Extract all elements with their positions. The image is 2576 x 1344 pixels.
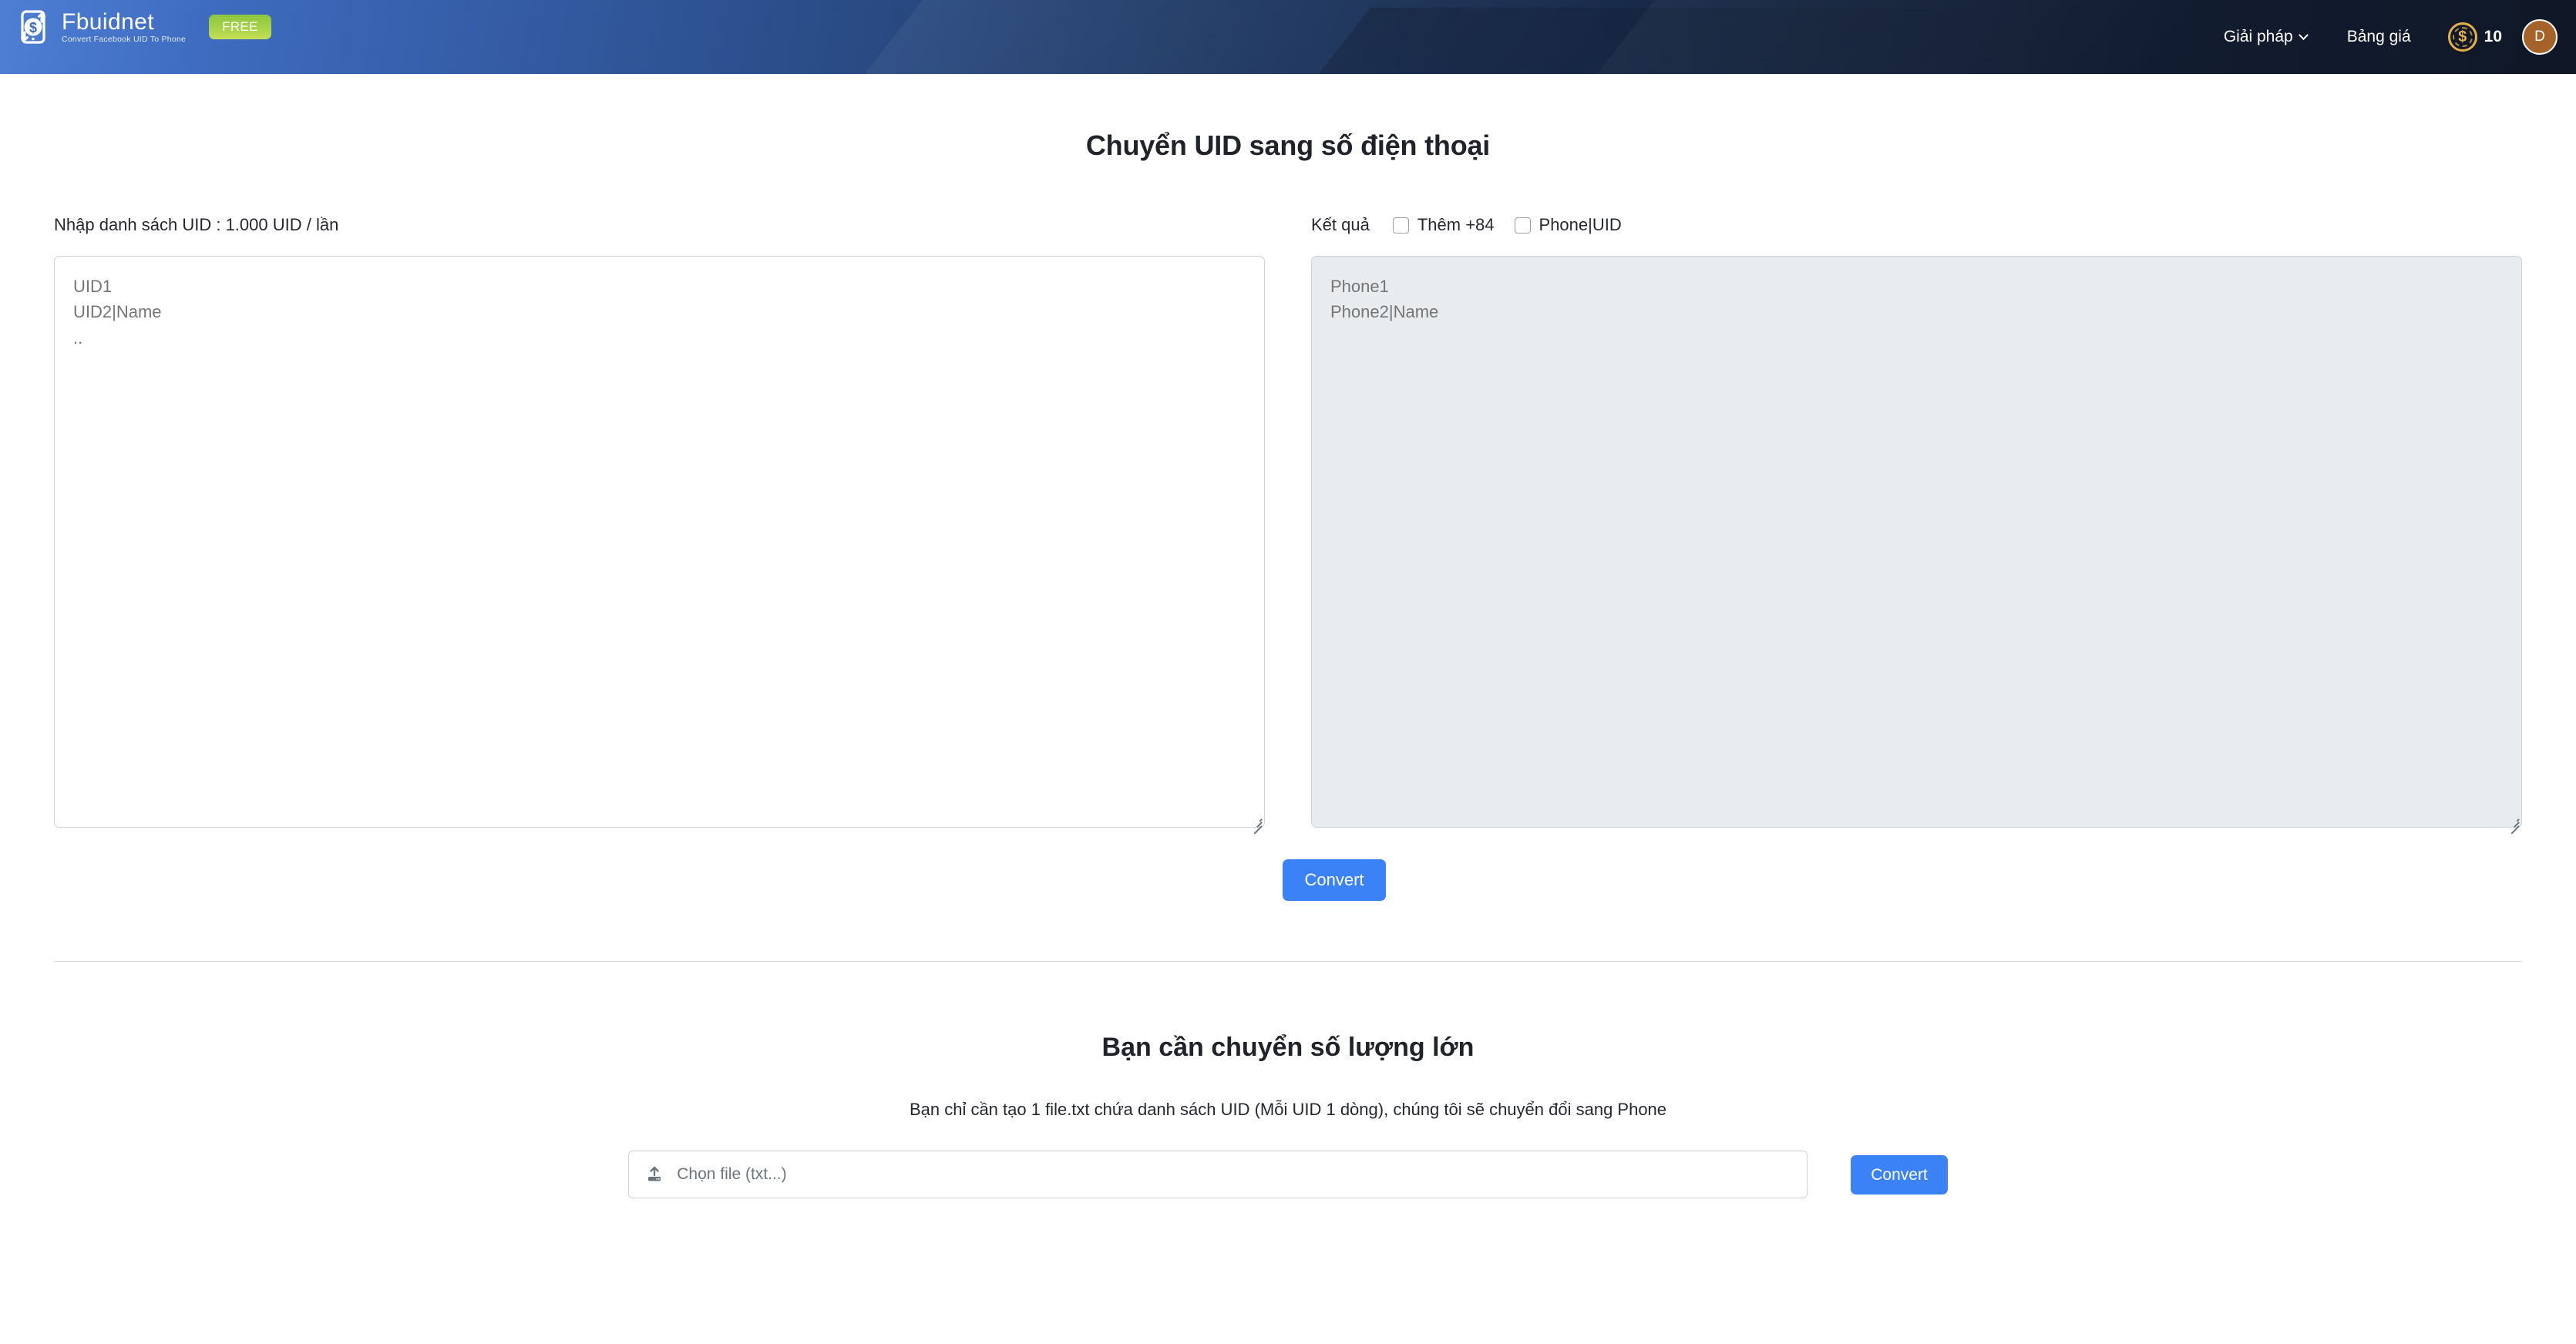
free-badge: FREE: [209, 15, 271, 39]
main-content: Chuyển UID sang số điện thoại Nhập danh …: [0, 74, 2576, 1199]
option-phone-uid[interactable]: Phone|UID: [1514, 215, 1622, 235]
output-label-row: Kết quả Thêm +84 Phone|UID: [1311, 214, 2522, 236]
logo-wordmark: Fbuidnet: [62, 8, 154, 35]
avatar[interactable]: D: [2522, 19, 2558, 55]
input-label-row: Nhập danh sách UID : 1.000 UID / lần: [54, 214, 1265, 236]
nav-item-giai-phap[interactable]: Giải pháp: [2204, 28, 2327, 46]
dollar-phone-icon: $: [15, 9, 51, 45]
phone-output-textarea[interactable]: [1311, 256, 2522, 828]
convert-button-row: Convert: [54, 859, 2522, 902]
coin-dollar-icon: $: [2447, 22, 2477, 52]
convert-button[interactable]: Convert: [1283, 859, 1386, 902]
converter-section: Nhập danh sách UID : 1.000 UID / lần Kết…: [54, 214, 2522, 834]
header-nav: Giải pháp Bảng giá $ 10 D: [2204, 0, 2558, 74]
upload-icon: [646, 1166, 663, 1183]
header-facet-light: [826, 0, 1641, 74]
nav-item-bang-gia[interactable]: Bảng giá: [2327, 28, 2431, 46]
logo-tagline: Convert Facebook UID To Phone: [62, 35, 187, 45]
header-facet-dark: [1249, 8, 1972, 74]
file-picker-placeholder: Chọn file (txt...): [677, 1165, 787, 1184]
svg-text:$: $: [29, 20, 37, 35]
output-label: Kết quả: [1311, 215, 1370, 234]
nav-item-bang-gia-label: Bảng giá: [2346, 28, 2411, 45]
phone-output-wrap: [1311, 256, 2522, 834]
output-column: Kết quả Thêm +84 Phone|UID: [1311, 214, 2522, 834]
option-them-84[interactable]: Thêm +84: [1392, 215, 1495, 235]
brand-logo[interactable]: $ Fbuidnet Convert Facebook UID To Phone…: [15, 9, 271, 45]
checkbox-them-84[interactable]: [1392, 217, 1409, 234]
coin-balance-count: 10: [2484, 28, 2502, 45]
uid-input-textarea[interactable]: [54, 256, 1265, 828]
input-label: Nhập danh sách UID : 1.000 UID / lần: [54, 215, 339, 234]
bulk-upload-row: Chọn file (txt...) Convert: [54, 1151, 2522, 1199]
option-phone-uid-label: Phone|UID: [1539, 215, 1622, 234]
file-picker[interactable]: Chọn file (txt...): [628, 1151, 1808, 1199]
option-them-84-label: Thêm +84: [1417, 215, 1495, 234]
uid-input-wrap: [54, 256, 1265, 834]
chevron-down-icon: [2298, 29, 2309, 40]
checkbox-phone-uid[interactable]: [1514, 217, 1531, 234]
coin-balance[interactable]: $ 10: [2431, 22, 2511, 52]
site-header: $ Fbuidnet Convert Facebook UID To Phone…: [0, 0, 2576, 74]
input-column: Nhập danh sách UID : 1.000 UID / lần: [54, 214, 1265, 834]
nav-item-giai-phap-label: Giải pháp: [2223, 28, 2293, 45]
page-title: Chuyển UID sang số điện thoại: [1085, 129, 1491, 161]
bulk-section: Bạn cần chuyển số lượng lớn Bạn chỉ cần …: [54, 962, 2522, 1199]
bulk-title: Bạn cần chuyển số lượng lớn: [1101, 1033, 1475, 1063]
header-facet-light-2: [1546, 0, 2231, 74]
bulk-description: Bạn chỉ cần tạo 1 file.txt chứa danh sác…: [909, 1100, 1667, 1120]
bulk-convert-button[interactable]: Convert: [1851, 1154, 1948, 1194]
